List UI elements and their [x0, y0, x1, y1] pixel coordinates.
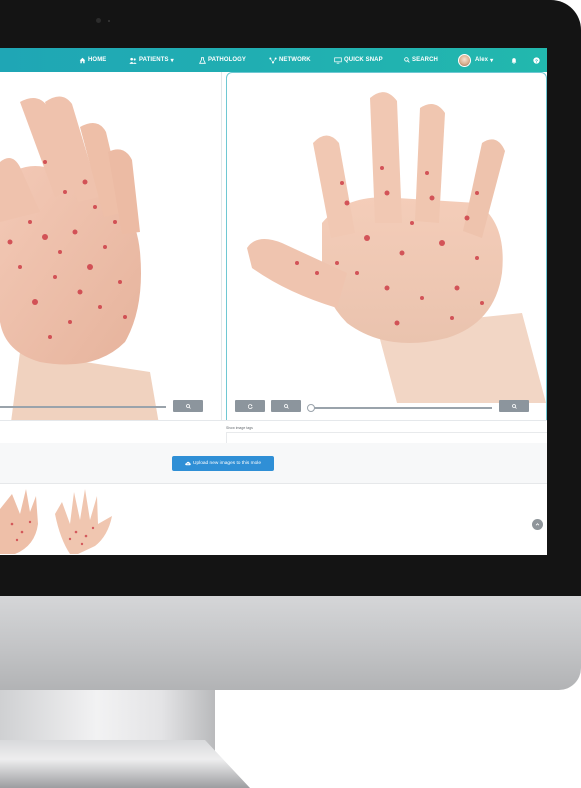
help-icon: ?	[533, 56, 540, 64]
hand-photo-right	[247, 92, 546, 403]
chevron-up-icon	[535, 523, 540, 526]
zoom-button-left[interactable]	[173, 400, 203, 412]
nav-search-label: SEARCH	[412, 57, 438, 63]
thumbnail-2[interactable]	[55, 489, 112, 554]
monitor-icon	[334, 56, 342, 64]
thumbnail-images	[0, 489, 112, 554]
monitor-chin	[0, 590, 581, 690]
zoom-slider-left-track[interactable]	[0, 406, 166, 408]
chevron-down-icon: ▾	[170, 57, 174, 64]
upload-images-button[interactable]: Upload new images to this mole	[172, 456, 274, 471]
home-icon	[79, 57, 86, 63]
refresh-icon	[247, 403, 253, 409]
zoom-slider-right-knob[interactable]	[307, 404, 315, 412]
user-name: Alex	[475, 57, 489, 63]
rotate-button[interactable]	[235, 400, 265, 412]
screen: HOME PATIENTS ▾ PATHOLOGY NETWORK QUICK …	[0, 48, 547, 555]
hand-photo-left	[0, 96, 160, 430]
avatar	[458, 53, 471, 67]
nav-network-label: NETWORK	[279, 57, 311, 63]
nav-patients[interactable]: PATIENTS ▾	[129, 48, 174, 72]
image-tags-label: Show image tags	[226, 426, 253, 430]
nav-pathology[interactable]: PATHOLOGY	[199, 48, 246, 72]
zoom-slider-right-track[interactable]	[312, 407, 492, 409]
nav-home-label: HOME	[88, 57, 107, 63]
upload-images-label: Upload new images to this mole	[193, 461, 261, 466]
network-icon	[269, 57, 277, 63]
nav-home[interactable]: HOME	[79, 48, 106, 72]
camera-led	[108, 20, 110, 22]
svg-text:?: ?	[535, 58, 538, 64]
nav-quick-snap[interactable]: QUICK SNAP	[334, 48, 383, 72]
user-menu[interactable]: Alex ▾	[458, 48, 493, 72]
camera-icon	[96, 18, 101, 23]
nav-quick-snap-label: QUICK SNAP	[344, 57, 383, 63]
nav-search[interactable]: SEARCH	[404, 48, 438, 72]
nav-pathology-label: PATHOLOGY	[208, 57, 247, 63]
patients-icon	[129, 57, 137, 64]
cloud-upload-icon	[185, 461, 191, 466]
notifications-button[interactable]	[511, 48, 517, 72]
search-icon	[511, 403, 517, 409]
zoom-button-right-2[interactable]	[499, 400, 529, 412]
top-navbar: HOME PATIENTS ▾ PATHOLOGY NETWORK QUICK …	[0, 48, 547, 72]
search-icon	[404, 57, 410, 63]
bell-icon	[511, 57, 517, 64]
nav-patients-label: PATIENTS	[139, 57, 169, 63]
search-icon	[185, 403, 191, 409]
nav-network[interactable]: NETWORK	[269, 48, 311, 72]
thumbnail-1[interactable]	[0, 489, 38, 554]
search-icon	[283, 403, 289, 409]
help-button[interactable]: ?	[533, 48, 540, 72]
flask-icon	[199, 56, 206, 64]
image-panel-right	[226, 72, 547, 433]
image-panel-left	[0, 72, 222, 457]
zoom-button-right[interactable]	[271, 400, 301, 412]
thumbnail-strip	[0, 484, 547, 555]
chevron-down-icon: ▾	[490, 57, 494, 64]
scroll-top-button[interactable]	[532, 519, 543, 530]
